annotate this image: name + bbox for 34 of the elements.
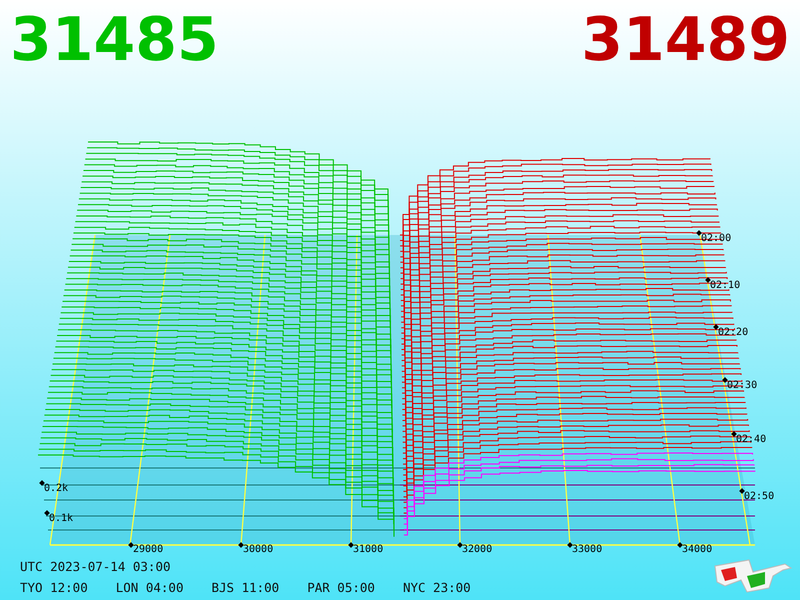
tick-marker-icon — [713, 324, 719, 330]
city-time: LON 04:00 — [116, 580, 184, 595]
city-time: BJS 11:00 — [211, 580, 280, 595]
price-axis-label: 30000 — [243, 544, 274, 556]
time-axis-label: 02:30 — [727, 380, 758, 392]
tick-marker-icon — [731, 431, 737, 437]
tick-marker-icon — [457, 542, 463, 548]
tick-marker-icon — [39, 480, 45, 486]
bid-price: 31485 — [10, 4, 219, 77]
tick-marker-icon — [128, 542, 134, 548]
price-axis-label: 34000 — [682, 544, 712, 556]
time-axis-label: 02:40 — [736, 434, 766, 446]
time-axis-label: 02:10 — [710, 280, 740, 292]
tick-marker-icon — [722, 377, 728, 383]
city-time: PAR 05:00 — [307, 580, 375, 595]
tick-marker-icon — [677, 542, 683, 548]
price-axis-label: 31000 — [353, 544, 384, 556]
price-axis-label: 33000 — [572, 544, 602, 556]
tick-marker-icon — [696, 230, 702, 236]
city-time: TYO 12:00 — [20, 580, 88, 595]
city-time: NYC 23:00 — [402, 580, 471, 595]
time-axis-label: 02:50 — [744, 491, 774, 503]
ask-price: 31489 — [581, 4, 790, 77]
price-axis-label: 32000 — [462, 544, 492, 556]
time-axis-label: 02:20 — [718, 327, 748, 339]
tick-marker-icon — [238, 542, 244, 548]
utc-time: UTC 2023-07-14 03:00 — [20, 559, 172, 574]
tick-marker-icon — [348, 542, 354, 548]
price-axis-label: 29000 — [133, 544, 164, 556]
tick-marker-icon — [739, 488, 745, 494]
3d-glasses-icon — [713, 558, 793, 594]
tick-marker-icon — [567, 542, 573, 548]
tick-marker-icon — [44, 510, 50, 516]
tick-marker-icon — [705, 277, 711, 283]
